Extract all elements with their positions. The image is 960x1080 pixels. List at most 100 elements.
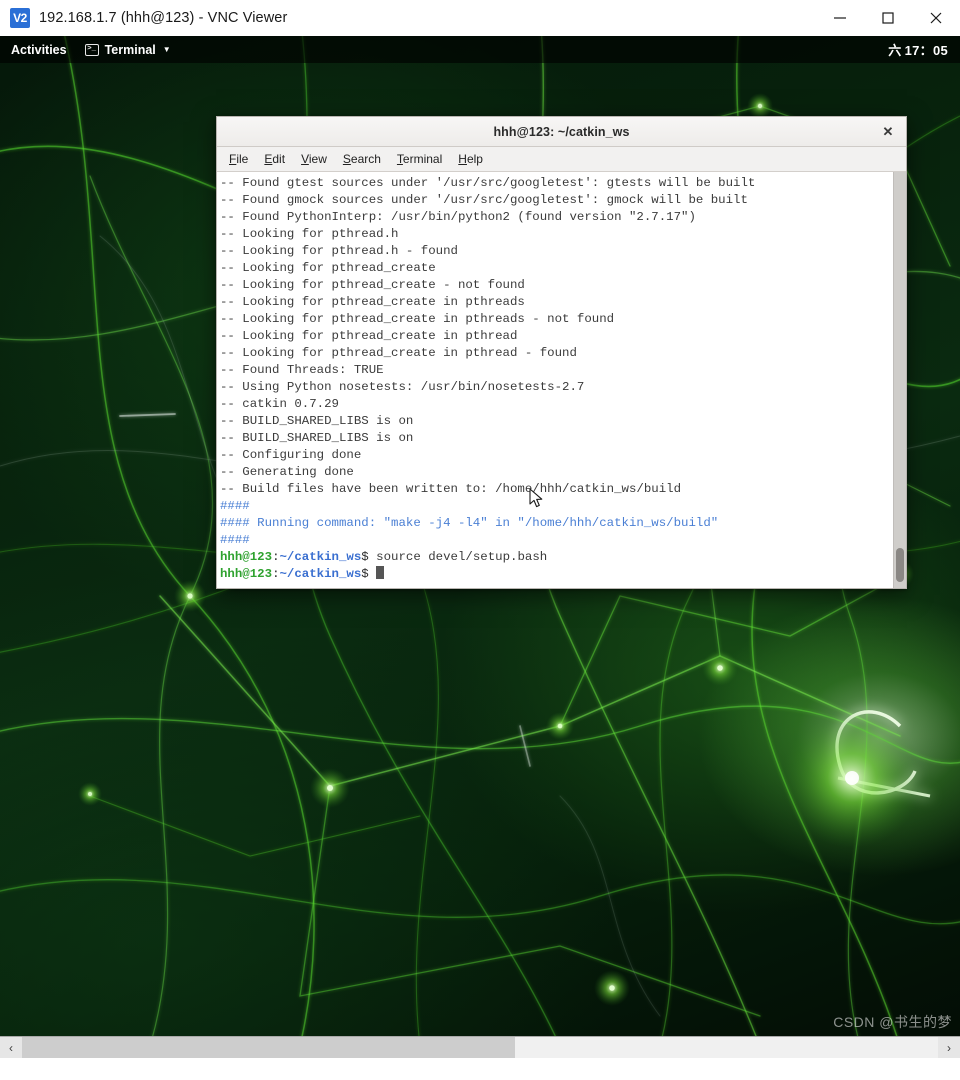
menu-help[interactable]: Help [458,152,483,166]
terminal-line-text: -- Using Python nosetests: /usr/bin/nose… [220,380,585,394]
maximize-icon [881,11,895,25]
terminal-line: -- Looking for pthread_create - not foun… [220,277,893,294]
menu-edit-rest: dit [272,152,286,166]
terminal-line-text: #### Running command: "make -j4 -l4" in … [220,516,719,530]
menu-edit[interactable]: Edit [264,152,285,166]
terminal-line-text: -- Looking for pthread_create - not foun… [220,278,525,292]
csdn-watermark: CSDN @书生的梦 [833,1014,952,1030]
terminal-window[interactable]: hhh@123: ~/catkin_ws ✕ File Edit View Se… [216,116,907,589]
menu-view-rest: iew [308,152,327,166]
menu-file[interactable]: File [229,152,248,166]
terminal-line-text: -- Looking for pthread_create in pthread… [220,346,577,360]
terminal-scrollbar[interactable] [893,172,906,588]
terminal-line-text: -- Configuring done [220,448,362,462]
terminal-line: -- Build files have been written to: /ho… [220,481,893,498]
activities-label: Activities [11,42,67,57]
terminal-line-text: -- catkin 0.7.29 [220,397,339,411]
terminal-line-text: -- Looking for pthread_create [220,261,436,275]
terminal-line: -- Looking for pthread.h - found [220,243,893,260]
terminal-window-title: hhh@123: ~/catkin_ws [493,124,630,139]
terminal-line-text: -- Looking for pthread.h [220,227,399,241]
vnc-horizontal-scrollbar[interactable]: ‹ › [0,1036,960,1058]
prompt-command [369,567,376,581]
prompt-path: ~/catkin_ws [279,567,362,581]
terminal-line-text: #### [220,499,250,513]
gnome-top-bar: Activities >_ Terminal ▼ 六 17：05 [0,36,960,63]
maximize-button[interactable] [864,0,912,36]
close-button[interactable] [912,0,960,36]
terminal-line-text: -- Build files have been written to: /ho… [220,482,682,496]
terminal-body[interactable]: -- Found gtest sources under '/usr/src/g… [217,172,906,588]
terminal-line-text: -- Looking for pthread_create in pthread… [220,312,615,326]
terminal-line-text: -- Found Threads: TRUE [220,363,384,377]
prompt-command: source devel/setup.bash [368,550,548,564]
terminal-line: -- Looking for pthread_create in pthread [220,328,893,345]
vnc-window-controls [816,0,960,36]
terminal-line: -- Found gtest sources under '/usr/src/g… [220,175,893,192]
terminal-line: -- BUILD_SHARED_LIBS is on [220,430,893,447]
terminal-line-text: -- Found gtest sources under '/usr/src/g… [220,176,756,190]
terminal-titlebar[interactable]: hhh@123: ~/catkin_ws ✕ [217,117,906,147]
terminal-line-text: -- Generating done [220,465,354,479]
app-menu-terminal[interactable]: >_ Terminal ▼ [77,36,179,63]
terminal-line: #### Running command: "make -j4 -l4" in … [220,515,893,532]
terminal-line-text: -- Found gmock sources under '/usr/src/g… [220,193,748,207]
terminal-line: -- Using Python nosetests: /usr/bin/nose… [220,379,893,396]
activities-button[interactable]: Activities [0,36,77,63]
menu-view[interactable]: View [301,152,327,166]
prompt-path: ~/catkin_ws [279,550,362,564]
menu-help-mnemonic: H [458,152,467,166]
vnc-remote-viewport[interactable]: Activities >_ Terminal ▼ 六 17：05 hhh@123… [0,36,960,1058]
minimize-button[interactable] [816,0,864,36]
terminal-line: #### [220,498,893,515]
clock[interactable]: 六 17：05 [888,36,948,63]
terminal-line: #### [220,532,893,549]
terminal-scrollbar-thumb[interactable] [896,548,904,582]
menu-view-mnemonic: V [301,152,309,166]
prompt-dollar: $ [361,567,369,581]
scroll-right-arrow-icon[interactable]: › [938,1037,960,1058]
terminal-line-text: -- Looking for pthread_create in pthread… [220,295,525,309]
terminal-line: -- Generating done [220,464,893,481]
minimize-icon [833,11,847,25]
terminal-line: -- Looking for pthread.h [220,226,893,243]
remote-desktop[interactable]: Activities >_ Terminal ▼ 六 17：05 hhh@123… [0,36,960,1036]
terminal-line-text: #### [220,533,250,547]
terminal-line: -- Looking for pthread_create in pthread… [220,345,893,362]
terminal-line-text: -- Looking for pthread.h - found [220,244,458,258]
terminal-line-text: -- Looking for pthread_create in pthread [220,329,518,343]
scroll-left-arrow-icon[interactable]: ‹ [0,1037,22,1058]
prompt-dollar: $ [361,550,369,564]
terminal-cursor [376,566,384,579]
vnc-hscroll-thumb[interactable] [22,1037,515,1058]
terminal-close-button[interactable]: ✕ [876,117,900,147]
prompt-separator: : [272,567,280,581]
terminal-line-text: -- BUILD_SHARED_LIBS is on [220,414,414,428]
terminal-line: -- Looking for pthread_create [220,260,893,277]
terminal-line: -- catkin 0.7.29 [220,396,893,413]
menu-terminal-rest: erminal [402,152,443,166]
prompt-user: hhh@123 [220,567,273,581]
prompt-separator: : [272,550,280,564]
prompt-user: hhh@123 [220,550,273,564]
terminal-icon: >_ [84,43,99,56]
terminal-line: hhh@123:~/catkin_ws$ [220,566,893,583]
menu-search-rest: earch [350,152,381,166]
terminal-line: -- Looking for pthread_create in pthread… [220,311,893,328]
vnc-logo-icon: V2 [10,8,30,28]
terminal-line: -- BUILD_SHARED_LIBS is on [220,413,893,430]
terminal-line: -- Found PythonInterp: /usr/bin/python2 … [220,209,893,226]
terminal-line: -- Found gmock sources under '/usr/src/g… [220,192,893,209]
terminal-line-text: -- Found PythonInterp: /usr/bin/python2 … [220,210,696,224]
terminal-output[interactable]: -- Found gtest sources under '/usr/src/g… [217,172,893,588]
menu-search[interactable]: Search [343,152,381,166]
menu-help-rest: elp [466,152,483,166]
terminal-line: -- Looking for pthread_create in pthread… [220,294,893,311]
terminal-line-text: -- BUILD_SHARED_LIBS is on [220,431,414,445]
app-menu-label: Terminal [104,42,156,57]
terminal-line: -- Found Threads: TRUE [220,362,893,379]
vnc-hscroll-track[interactable] [22,1037,938,1058]
vnc-viewer-window: V2 192.168.1.7 (hhh@123) - VNC Viewer Ac… [0,0,960,1080]
menu-terminal[interactable]: Terminal [397,152,442,166]
vnc-window-title: 192.168.1.7 (hhh@123) - VNC Viewer [39,10,288,26]
